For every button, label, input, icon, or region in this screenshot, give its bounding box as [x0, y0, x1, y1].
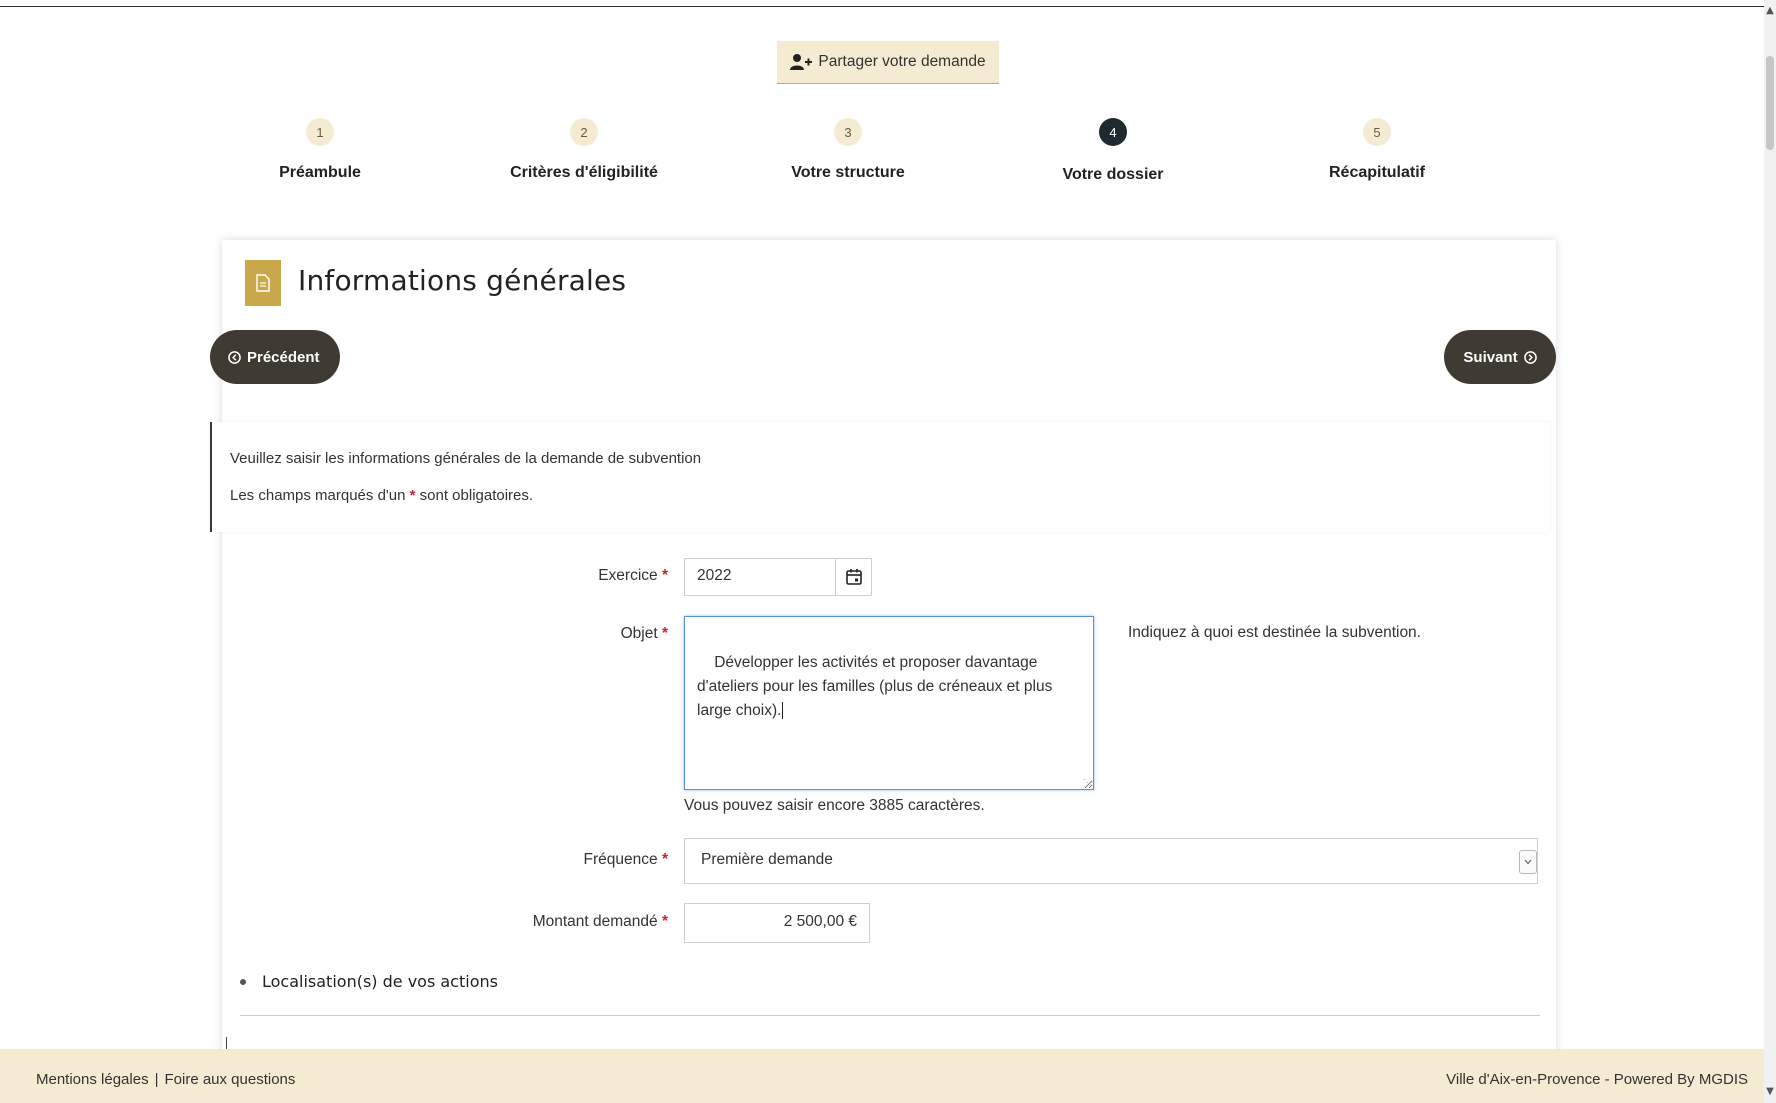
step-structure[interactable]: 3 Votre structure	[738, 118, 958, 182]
share-request-label: Partager votre demande	[818, 53, 986, 70]
step-label: Votre structure	[791, 164, 905, 181]
faq-link[interactable]: Foire aux questions	[164, 1071, 295, 1088]
top-divider	[0, 6, 1766, 7]
document-icon	[245, 260, 281, 306]
scroll-up-icon[interactable]: ▲	[1765, 6, 1775, 16]
general-info-card: Informations générales Précédent Suivant…	[210, 240, 1556, 1070]
previous-label: Précédent	[247, 348, 320, 366]
section-divider	[240, 1015, 1540, 1016]
footer-credits: Ville d'Aix-en-Provence - Powered By MGD…	[1446, 1071, 1748, 1088]
page-title: Informations générales	[298, 264, 627, 297]
wizard-steps: 1 Préambule 2 Critères d'éligibilité 3 V…	[260, 118, 1440, 198]
footer: Mentions légales | Foire aux questions V…	[0, 1049, 1764, 1103]
objet-textarea[interactable]: Développer les activités et proposer dav…	[684, 616, 1094, 790]
step-label: Votre dossier	[1062, 166, 1164, 183]
section-title-label: Localisation(s) de vos actions	[262, 972, 498, 991]
exercice-label: Exercice *	[598, 567, 668, 584]
montant-label: Montant demandé *	[532, 913, 668, 930]
bullet-icon	[240, 978, 246, 985]
info-callout: Veuillez saisir les informations général…	[210, 422, 1550, 532]
step-dossier[interactable]: 4 Votre dossier	[1003, 118, 1223, 184]
circle-arrow-left-icon	[228, 350, 241, 364]
step-preambule[interactable]: 1 Préambule	[210, 118, 430, 182]
info-required-note: Les champs marqués d'un * sont obligatoi…	[230, 487, 534, 504]
scroll-down-icon[interactable]: ▼	[1765, 1087, 1775, 1097]
next-button[interactable]: Suivant	[1444, 330, 1556, 384]
char-counter: Vous pouvez saisir encore 3885 caractère…	[684, 797, 985, 814]
step-label: Critères d'éligibilité	[510, 164, 658, 181]
exercice-input[interactable]: 2022	[684, 558, 836, 596]
step-number: 2	[570, 118, 598, 146]
montant-input[interactable]: 2 500,00 €	[684, 903, 870, 943]
objet-label: Objet *	[620, 625, 668, 642]
info-line: Veuillez saisir les informations général…	[230, 450, 702, 467]
objet-hint: Indiquez à quoi est destinée la subventi…	[1128, 624, 1421, 641]
step-number: 3	[834, 118, 862, 146]
frequence-select[interactable]: Première demande	[684, 838, 1538, 884]
calendar-button[interactable]	[836, 558, 872, 596]
share-request-button[interactable]: Partager votre demande	[777, 41, 999, 84]
previous-button[interactable]: Précédent	[210, 330, 340, 384]
step-label: Récapitulatif	[1328, 164, 1425, 181]
next-label: Suivant	[1463, 348, 1518, 366]
step-recapitulatif[interactable]: 5 Récapitulatif	[1267, 118, 1487, 182]
vertical-scrollbar[interactable]: ▲ ▼	[1764, 0, 1776, 1103]
chevron-down-icon[interactable]	[1519, 850, 1537, 874]
user-plus-icon	[790, 54, 813, 70]
resize-grip-icon[interactable]: ⋱	[1083, 779, 1091, 787]
step-number: 1	[306, 118, 334, 146]
section-localisation[interactable]: Localisation(s) de vos actions	[240, 972, 498, 991]
scroll-thumb[interactable]	[1766, 56, 1774, 150]
legal-mentions-link[interactable]: Mentions légales	[36, 1071, 149, 1088]
step-number: 5	[1363, 118, 1391, 146]
step-label: Préambule	[279, 164, 361, 181]
calendar-icon	[845, 569, 862, 585]
step-criteres[interactable]: 2 Critères d'éligibilité	[474, 118, 694, 182]
step-number: 4	[1099, 118, 1127, 146]
circle-arrow-right-icon	[1523, 350, 1537, 364]
footer-separator: |	[154, 1071, 159, 1088]
frequence-label: Fréquence *	[583, 851, 668, 868]
